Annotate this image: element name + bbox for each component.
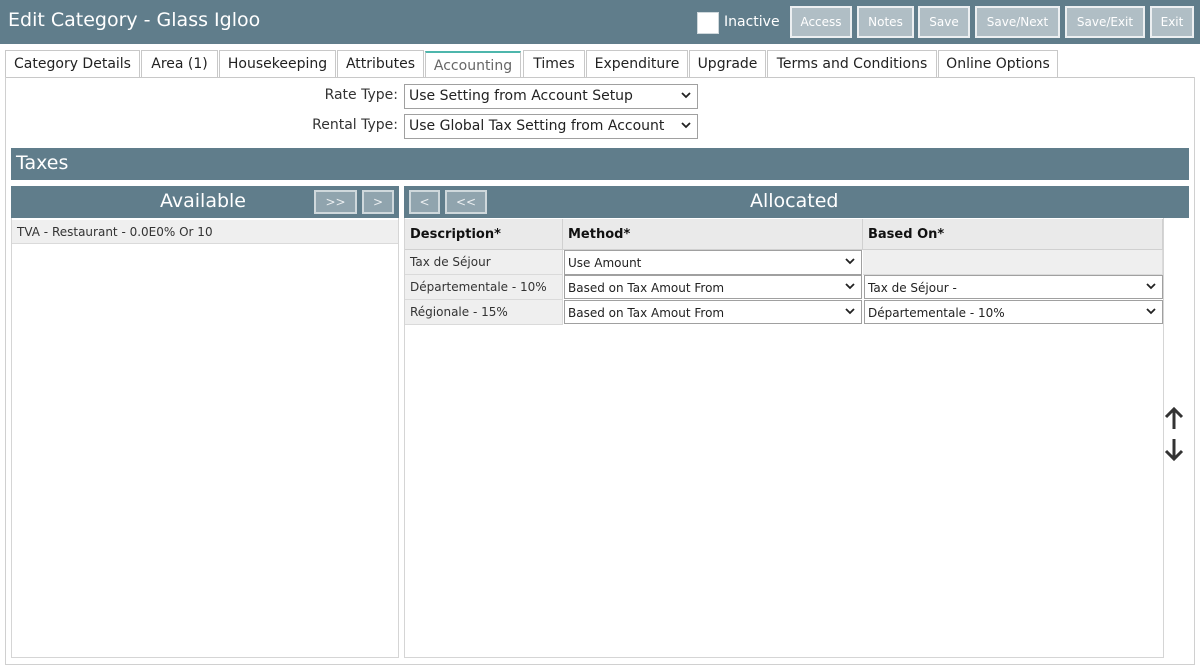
chevron-down-icon: [845, 283, 855, 290]
rate-type-select[interactable]: Use Setting from Account Setup: [404, 84, 698, 109]
save-exit-button[interactable]: Save/Exit: [1065, 6, 1145, 38]
exit-button[interactable]: Exit: [1150, 6, 1194, 38]
taxes-section-header: Taxes: [11, 148, 1189, 180]
tab-category-details[interactable]: Category Details: [5, 50, 140, 77]
rental-type-label: Rental Type:: [312, 117, 398, 133]
header-bar: Edit Category - Glass Igloo Inactive Acc…: [0, 0, 1200, 44]
table-row-description: Régionale - 15%: [405, 300, 563, 325]
list-item[interactable]: TVA - Restaurant - 0.0E0% Or 10: [12, 220, 398, 244]
tab-times[interactable]: Times: [523, 50, 585, 77]
move-all-left-button[interactable]: <<: [445, 190, 487, 214]
method-select[interactable]: Use Amount: [564, 250, 862, 275]
allocated-title: Allocated: [750, 190, 839, 212]
inactive-checkbox[interactable]: [697, 12, 719, 34]
method-value: Use Amount: [568, 256, 642, 270]
column-header-method: Method*: [563, 219, 863, 250]
available-title: Available: [160, 190, 247, 212]
method-select[interactable]: Based on Tax Amout From: [564, 275, 862, 299]
tab-terms-and-conditions[interactable]: Terms and Conditions: [767, 50, 937, 77]
arrow-up-icon[interactable]: [1162, 405, 1186, 431]
tab-accounting[interactable]: Accounting: [425, 51, 521, 78]
tab-area[interactable]: Area (1): [141, 50, 218, 77]
chevron-down-icon: [845, 258, 855, 265]
method-value: Based on Tax Amout From: [568, 306, 725, 320]
chevron-down-icon: [1146, 308, 1156, 315]
tab-upgrade[interactable]: Upgrade: [689, 50, 766, 77]
move-all-right-button[interactable]: >>: [314, 190, 357, 214]
chevron-down-icon: [1146, 283, 1156, 290]
page-title: Edit Category - Glass Igloo: [8, 9, 261, 31]
table-row-description: Départementale - 10%: [405, 275, 563, 300]
based-on-cell: [863, 250, 1163, 275]
save-next-button[interactable]: Save/Next: [975, 6, 1060, 38]
allocated-table: Description* Method* Based On* Tax de Sé…: [404, 218, 1164, 658]
based-on-select[interactable]: Départementale - 10%: [864, 300, 1163, 324]
method-select[interactable]: Based on Tax Amout From: [564, 300, 862, 324]
column-header-description: Description*: [405, 219, 563, 250]
rental-type-select[interactable]: Use Global Tax Setting from Account: [404, 114, 698, 139]
save-button[interactable]: Save: [918, 6, 970, 38]
rate-type-value: Use Setting from Account Setup: [409, 88, 633, 104]
move-right-button[interactable]: >: [362, 190, 394, 214]
based-on-value: Tax de Séjour -: [868, 281, 957, 295]
chevron-down-icon: [681, 122, 691, 129]
tab-online-options[interactable]: Online Options: [938, 50, 1058, 77]
allocated-header: < << Allocated: [404, 186, 1189, 218]
tab-housekeeping[interactable]: Housekeeping: [219, 50, 336, 77]
tab-bar: Category Details Area (1) Housekeeping A…: [5, 50, 1195, 78]
arrow-down-icon[interactable]: [1162, 437, 1186, 463]
available-header: Available >> >: [11, 186, 399, 218]
table-row-description: Tax de Séjour: [405, 250, 563, 275]
column-header-based-on: Based On*: [863, 219, 1163, 250]
inactive-label: Inactive: [724, 14, 780, 30]
based-on-select[interactable]: Tax de Séjour -: [864, 275, 1163, 299]
move-left-button[interactable]: <: [409, 190, 440, 214]
chevron-down-icon: [845, 308, 855, 315]
rental-type-value: Use Global Tax Setting from Account: [409, 118, 665, 134]
chevron-down-icon: [681, 92, 691, 99]
rate-type-label: Rate Type:: [324, 87, 398, 103]
based-on-value: Départementale - 10%: [868, 306, 1005, 320]
tab-attributes[interactable]: Attributes: [337, 50, 424, 77]
notes-button[interactable]: Notes: [857, 6, 914, 38]
taxes-title: Taxes: [16, 152, 69, 174]
method-value: Based on Tax Amout From: [568, 281, 725, 295]
access-button[interactable]: Access: [790, 6, 852, 38]
tab-expenditure[interactable]: Expenditure: [586, 50, 688, 77]
available-list: TVA - Restaurant - 0.0E0% Or 10: [11, 218, 399, 658]
